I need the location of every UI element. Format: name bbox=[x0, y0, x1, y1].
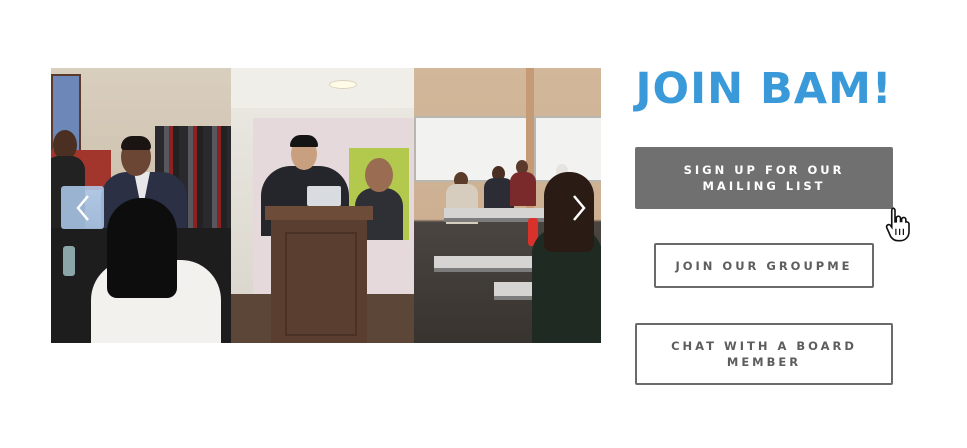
groupme-button[interactable]: JOIN OUR GROUPME bbox=[654, 243, 874, 288]
board-member-label: CHAT WITH A BOARD MEMBER bbox=[671, 339, 857, 369]
mailing-list-button[interactable]: SIGN UP FOR OUR MAILING LIST bbox=[635, 147, 893, 209]
chevron-left-icon bbox=[75, 194, 89, 221]
hand-pointer-icon bbox=[885, 207, 910, 242]
podium-speaker-photo bbox=[231, 68, 414, 343]
chevron-right-icon bbox=[573, 194, 586, 221]
slider-next-button[interactable] bbox=[562, 186, 596, 229]
slider-prev-button[interactable] bbox=[61, 186, 104, 229]
board-member-chat-button[interactable]: CHAT WITH A BOARD MEMBER bbox=[635, 323, 893, 385]
mailing-list-label: SIGN UP FOR OUR MAILING LIST bbox=[683, 163, 845, 193]
photo-slider[interactable] bbox=[51, 68, 601, 343]
groupme-label: JOIN OUR GROUPME bbox=[675, 258, 853, 273]
page-title: JOIN BAM! bbox=[635, 64, 893, 114]
